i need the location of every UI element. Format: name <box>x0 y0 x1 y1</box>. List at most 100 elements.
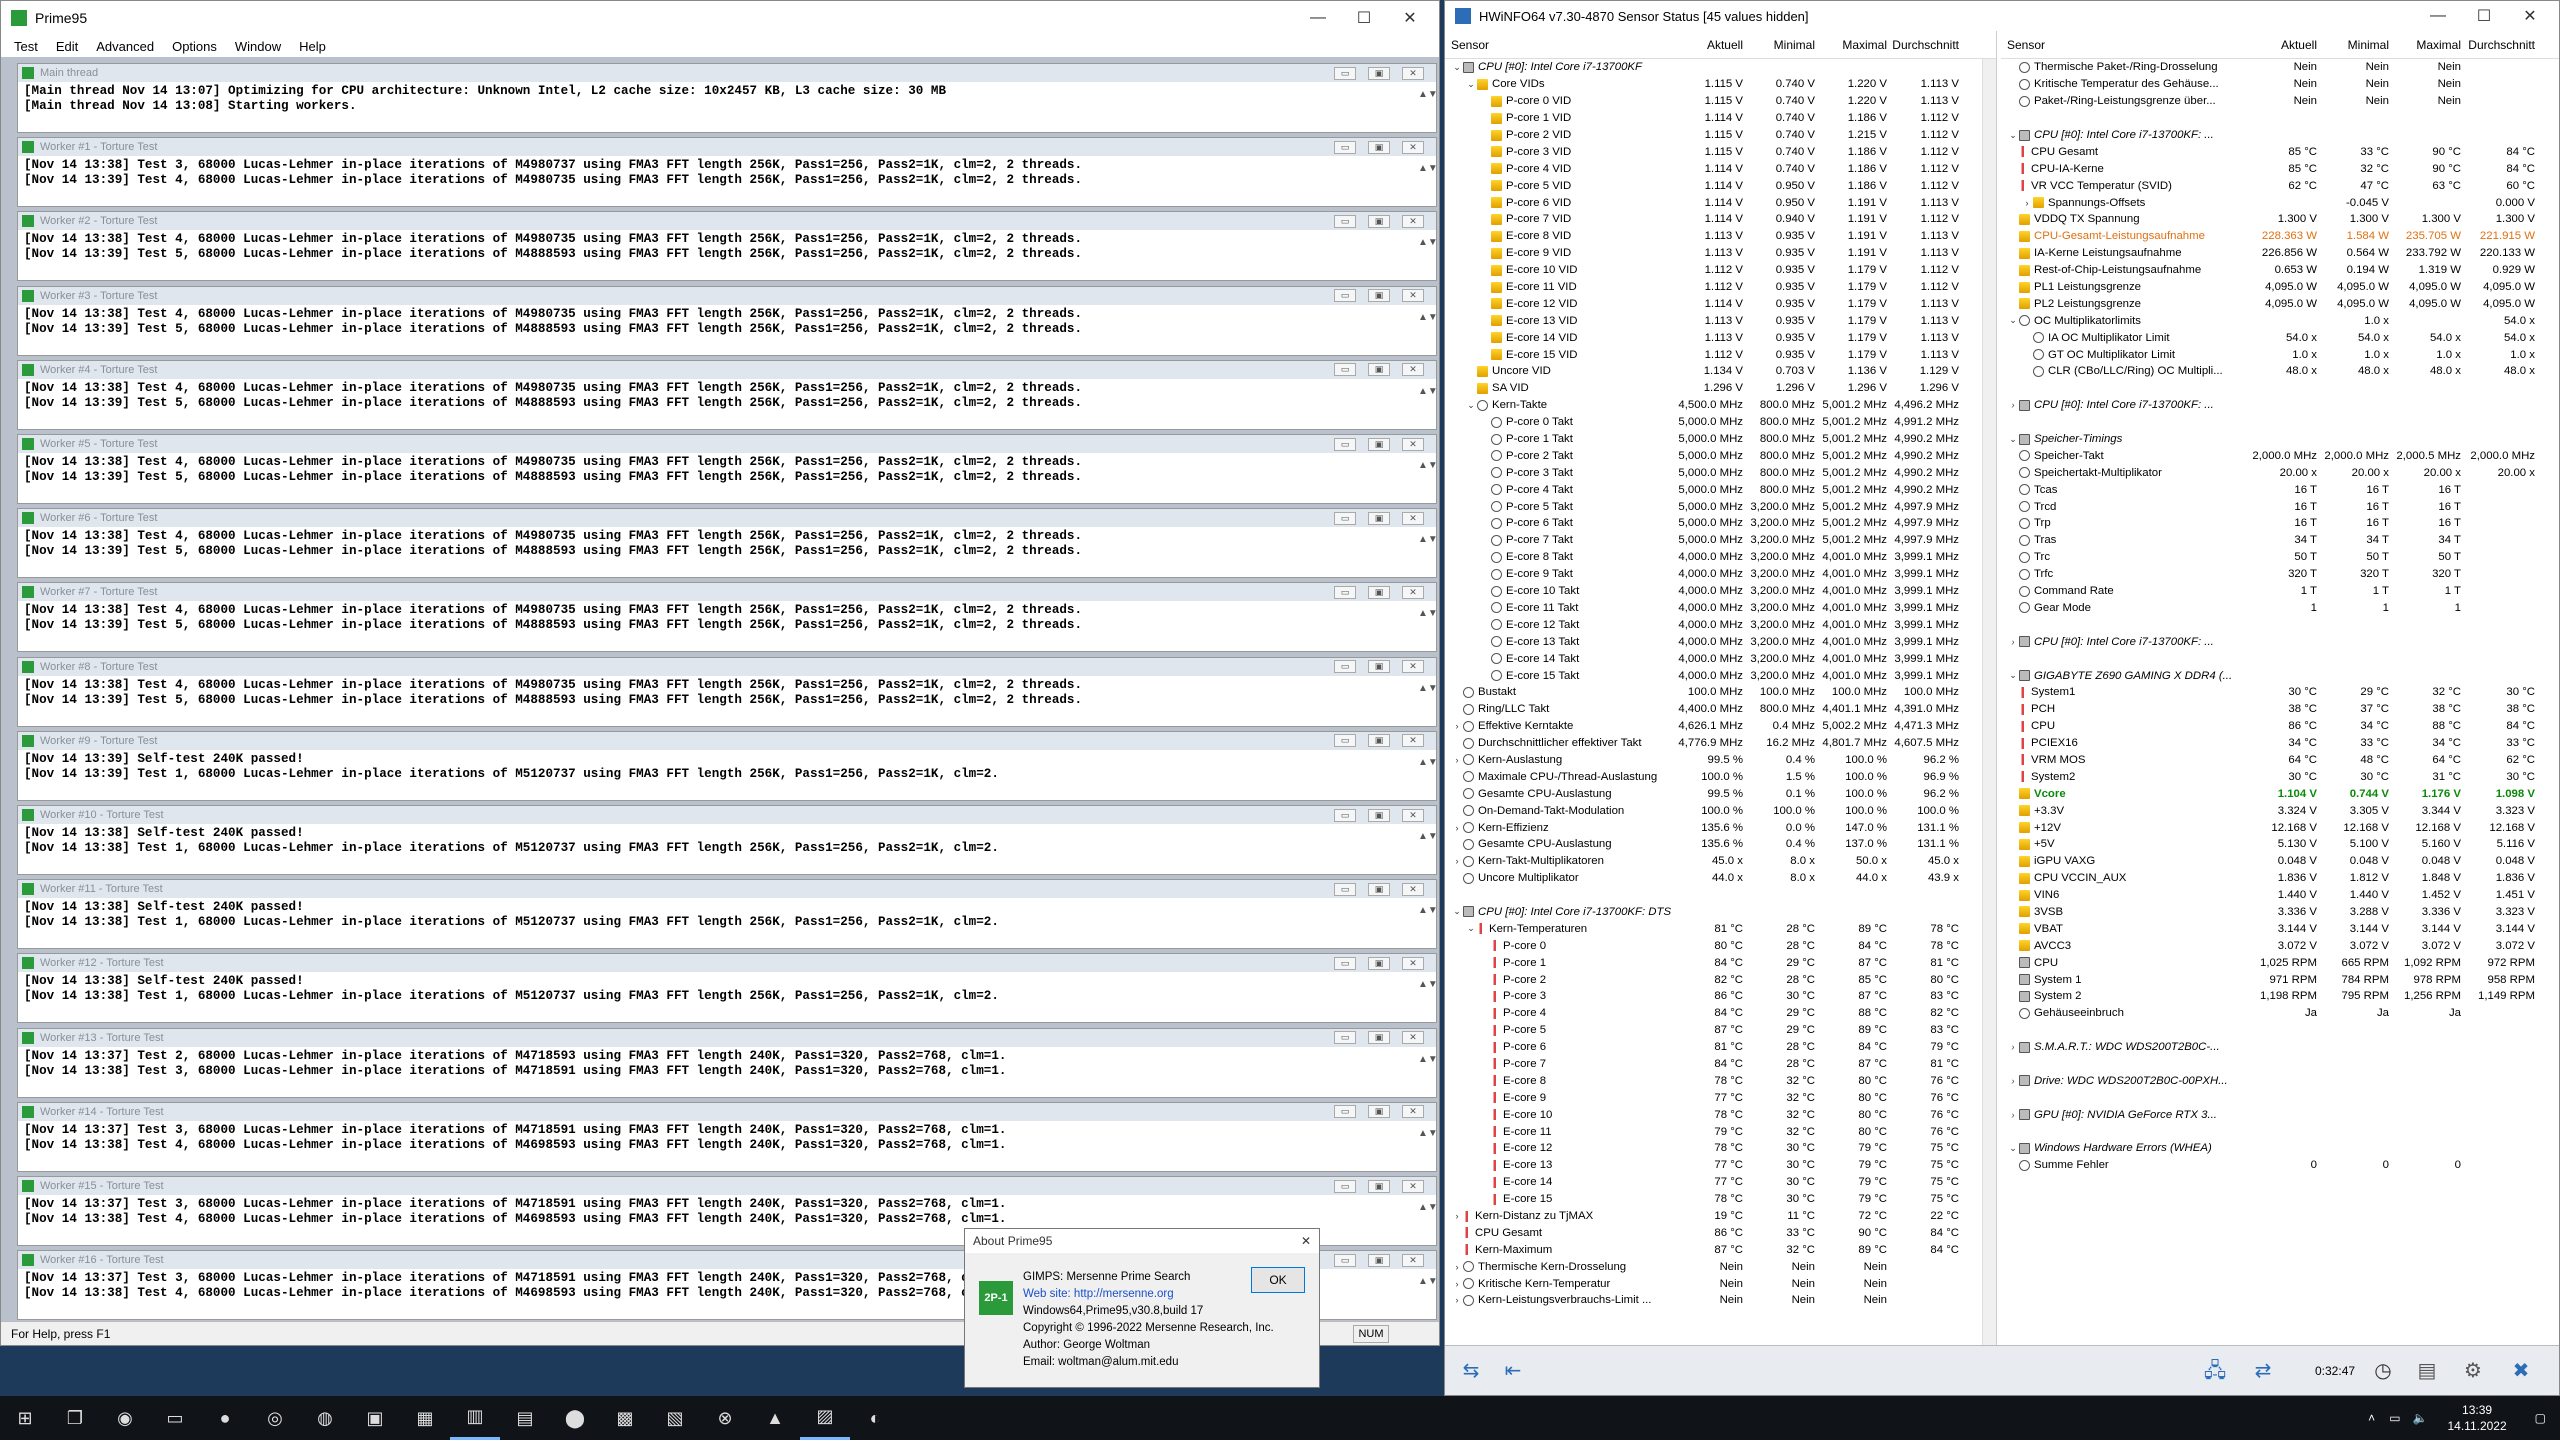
column-sensor[interactable]: Sensor <box>1445 38 1675 52</box>
menu-item-edit[interactable]: Edit <box>47 39 87 54</box>
sensor-row[interactable]: P-core 2 Takt 5,000.0 MHz 800.0 MHz 5,001.2… <box>1445 447 1996 464</box>
sensor-group[interactable]: ⌄ Windows Hardware Errors (WHEA) <box>2001 1140 2559 1157</box>
sensor-group[interactable]: ⌄ Speicher-Timings <box>2001 430 2559 448</box>
app-icon[interactable]: ▧ <box>650 1396 700 1440</box>
sensor-row[interactable]: P-core 4 VID 1.114 V 0.740 V 1.186 V 1.112 V <box>1445 160 1996 177</box>
sensor-group[interactable]: › CPU [#0]: Intel Core i7-13700KF: ... <box>2001 396 2559 414</box>
sensor-row[interactable]: E-core 10 Takt 4,000.0 MHz 3,200.0 MHz 4,00… <box>1445 583 1996 600</box>
app-icon[interactable]: ▣ <box>350 1396 400 1440</box>
sensor-row[interactable]: CLR (CBo/LLC/Ring) OC Multipli... 48.0 x 4… <box>2001 363 2559 380</box>
sensor-row[interactable]: P-core 0 Takt 5,000.0 MHz 800.0 MHz 5,001.2… <box>1445 414 1996 431</box>
sensor-row[interactable]: GT OC Multiplikator Limit 1.0 x 1.0 x 1.0 x… <box>2001 346 2559 363</box>
scrollbar[interactable]: ▲▼ <box>1418 232 1438 278</box>
scrollbar[interactable]: ▲▼ <box>1418 84 1438 130</box>
minimize-button[interactable]: ▭ <box>1334 585 1356 599</box>
maximize-button[interactable]: ▣ <box>1368 882 1390 896</box>
sensor-row[interactable]: P-core 3 VID 1.115 V 0.740 V 1.186 V 1.112 V <box>1445 143 1996 160</box>
chevron-right-icon[interactable]: › <box>1451 1211 1463 1221</box>
sensor-row[interactable]: Maximale CPU-/Thread-Auslastung 100.0 % 1.… <box>1445 768 1996 785</box>
minimize-button[interactable]: ▭ <box>1334 808 1356 822</box>
maximize-button[interactable]: ▣ <box>1368 956 1390 970</box>
sensor-row[interactable]: Gehäuseeinbruch Ja Ja Ja <box>2001 1005 2559 1022</box>
worker-titlebar[interactable]: Worker #13 - Torture Test ▭ ▣ ✕ <box>18 1028 1436 1047</box>
arrow-collapse-icon[interactable]: ⇤ <box>1495 1354 1531 1388</box>
maximize-button[interactable]: ▣ <box>1368 363 1390 377</box>
sensor-row[interactable]: › Spannungs-Offsets -0.045 V 0.000 V <box>2001 194 2559 211</box>
app-icon[interactable]: ◐ <box>850 1396 900 1440</box>
close-button[interactable]: ✕ <box>1402 1179 1424 1193</box>
ok-button[interactable]: OK <box>1251 1267 1305 1293</box>
sensor-row[interactable]: E-core 14 VID 1.113 V 0.935 V 1.179 V 1.113 … <box>1445 329 1996 346</box>
chevron-right-icon[interactable]: › <box>2021 198 2033 208</box>
minimize-button[interactable]: ▭ <box>1334 140 1356 154</box>
chevron-down-icon[interactable]: ⌄ <box>2007 315 2019 326</box>
sensor-row[interactable]: P-core 7 Takt 5,000.0 MHz 3,200.0 MHz 5,001… <box>1445 532 1996 549</box>
worker-titlebar[interactable]: Worker #6 - Torture Test ▭ ▣ ✕ <box>18 509 1436 528</box>
sensor-row[interactable]: P-core 0 80 °C 28 °C 84 °C 78 °C <box>1445 937 1996 954</box>
worker-titlebar[interactable]: Worker #8 - Torture Test ▭ ▣ ✕ <box>18 657 1436 676</box>
scrollbar[interactable]: ▲▼ <box>1418 1271 1438 1317</box>
sensor-row[interactable]: CPU 86 °C 34 °C 88 °C 84 °C <box>2001 718 2559 735</box>
prime95-titlebar[interactable]: Prime95 — ☐ ✕ <box>1 1 1439 35</box>
sensor-row[interactable]: PCIEX16 34 °C 33 °C 34 °C 33 °C <box>2001 735 2559 752</box>
app-icon[interactable]: ▩ <box>600 1396 650 1440</box>
report-icon[interactable]: ▤ <box>2409 1354 2445 1388</box>
xbox-icon[interactable]: ⊗ <box>700 1396 750 1440</box>
close-x-icon[interactable]: ✖ <box>2503 1354 2539 1388</box>
worker-titlebar[interactable]: Worker #10 - Torture Test ▭ ▣ ✕ <box>18 806 1436 824</box>
minimize-button[interactable]: — <box>2415 7 2461 25</box>
sensor-row[interactable]: E-core 10 VID 1.112 V 0.935 V 1.179 V 1.112 … <box>1445 262 1996 279</box>
sensor-row[interactable]: On-Demand-Takt-Modulation 100.0 % 100.0 % 1… <box>1445 802 1996 819</box>
sensor-row[interactable]: P-core 7 84 °C 28 °C 87 °C 81 °C <box>1445 1056 1996 1073</box>
sensor-group[interactable]: › S.M.A.R.T.: WDC WDS200T2B0C-... <box>2001 1038 2559 1056</box>
column-value[interactable]: Minimal <box>1747 38 1819 52</box>
sensor-row[interactable]: Ring/LLC Takt 4,400.0 MHz 800.0 MHz 4,401.1… <box>1445 701 1996 718</box>
sensor-row[interactable]: P-core 3 Takt 5,000.0 MHz 800.0 MHz 5,001.2… <box>1445 464 1996 481</box>
sensor-row[interactable]: › Effektive Kerntakte 4,626.1 MHz 0.4 MHz 5,… <box>1445 718 1996 735</box>
maximize-button[interactable]: ▣ <box>1368 1253 1390 1267</box>
sensor-row[interactable]: E-core 8 VID 1.113 V 0.935 V 1.191 V 1.113 V <box>1445 228 1996 245</box>
minimize-button[interactable]: ▭ <box>1334 882 1356 896</box>
chevron-down-icon[interactable]: ⌄ <box>1465 923 1477 934</box>
sensor-row[interactable]: ⌄ Core VIDs 1.115 V 0.740 V 1.220 V 1.113 V <box>1445 76 1996 93</box>
close-button[interactable]: ✕ <box>1387 8 1433 28</box>
chevron-right-icon[interactable]: › <box>2007 637 2019 647</box>
sensor-group[interactable]: ⌄ CPU [#0]: Intel Core i7-13700KF <box>1445 59 1996 76</box>
sensor-row[interactable]: System 1 971 RPM 784 RPM 978 RPM 958 RPM <box>2001 971 2559 988</box>
close-button[interactable]: ✕ <box>1402 1031 1424 1045</box>
chevron-right-icon[interactable]: › <box>1451 823 1463 833</box>
column-value[interactable]: Aktuell <box>2249 38 2321 52</box>
close-button[interactable]: ✕ <box>1402 734 1424 748</box>
maximize-button[interactable]: ▣ <box>1368 1105 1390 1119</box>
sensor-row[interactable]: System 2 1,198 RPM 795 RPM 1,256 RPM 1,149 R… <box>2001 988 2559 1005</box>
scrollbar[interactable]: ▲▼ <box>1418 158 1438 204</box>
chevron-right-icon[interactable]: › <box>2007 1076 2019 1086</box>
maximize-button[interactable]: ☐ <box>2461 6 2507 26</box>
windows-start-icon[interactable]: ⊞ <box>0 1396 50 1440</box>
sensor-row[interactable]: Paket-/Ring-Leistungsgrenze über... Nein N… <box>2001 93 2559 110</box>
vlc-icon[interactable]: ▲ <box>750 1396 800 1440</box>
sensor-row[interactable]: Durchschnittlicher effektiver Takt 4,776.… <box>1445 735 1996 752</box>
chevron-right-icon[interactable]: › <box>1451 755 1463 765</box>
hwinfo-titlebar[interactable]: HWiNFO64 v7.30-4870 Sensor Status [45 va… <box>1445 1 2559 31</box>
column-value[interactable]: Aktuell <box>1675 38 1747 52</box>
sensor-row[interactable]: E-core 15 VID 1.112 V 0.935 V 1.179 V 1.113 … <box>1445 346 1996 363</box>
chevron-up-icon[interactable]: ˄ <box>2360 1411 2383 1425</box>
maximize-button[interactable]: ▣ <box>1368 585 1390 599</box>
close-button[interactable]: ✕ <box>1402 1105 1424 1119</box>
arrow-left-right-icon[interactable]: ⇆ <box>1453 1354 1489 1388</box>
sensor-row[interactable]: System2 30 °C 30 °C 31 °C 30 °C <box>2001 768 2559 785</box>
minimize-button[interactable]: ▭ <box>1334 956 1356 970</box>
maximize-button[interactable]: ▣ <box>1368 289 1390 303</box>
close-button[interactable]: ✕ <box>1402 66 1424 80</box>
minimize-button[interactable]: ▭ <box>1334 289 1356 303</box>
close-button[interactable]: ✕ <box>1402 808 1424 822</box>
sensor-row[interactable]: Uncore VID 1.134 V 0.703 V 1.136 V 1.129 V <box>1445 363 1996 380</box>
sensor-row[interactable]: P-core 1 84 °C 29 °C 87 °C 81 °C <box>1445 954 1996 971</box>
worker-titlebar[interactable]: Worker #4 - Torture Test ▭ ▣ ✕ <box>18 360 1436 379</box>
sensor-row[interactable]: Gesamte CPU-Auslastung 99.5 % 0.1 % 100.0 %… <box>1445 785 1996 802</box>
scrollbar[interactable]: ▲▼ <box>1418 381 1438 427</box>
notification-icon[interactable]: ▢ <box>2521 1411 2560 1425</box>
sensor-row[interactable]: P-core 3 86 °C 30 °C 87 °C 83 °C <box>1445 988 1996 1005</box>
worker-titlebar[interactable]: Worker #1 - Torture Test ▭ ▣ ✕ <box>18 138 1436 157</box>
